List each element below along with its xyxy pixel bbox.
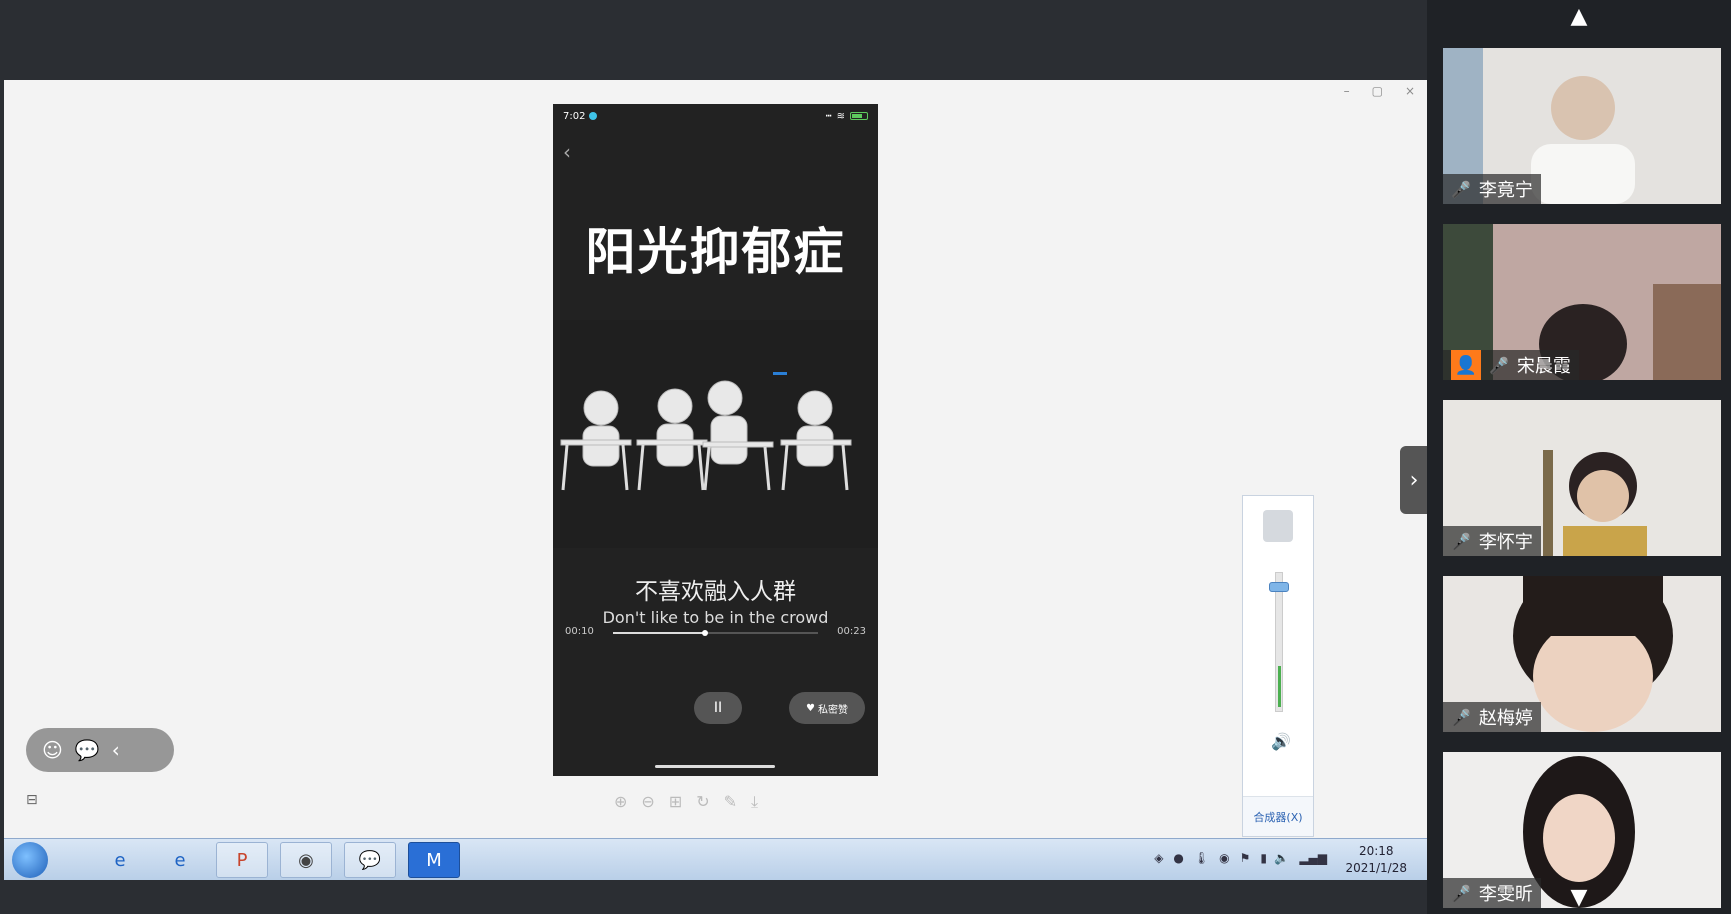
meeting-window: – ▢ × 7:02 ┅ ≋ ‹ 阳光抑郁症 不喜欢融入人群 Don't lik… — [0, 0, 1731, 914]
participant-name: 李怀宇 — [1478, 532, 1533, 553]
collapse-icon[interactable]: ‹ — [112, 738, 120, 762]
tray-app-icon[interactable]: ● — [1173, 851, 1183, 865]
heart-icon: ♥ — [806, 702, 815, 714]
volume-tray-icon[interactable]: 🔈 — [1274, 851, 1289, 865]
participant-label: 🎤 李竟宁 — [1443, 174, 1541, 204]
mixer-link[interactable]: 合成器(X) — [1243, 796, 1313, 836]
video-illustration — [553, 320, 878, 548]
volume-slider-thumb[interactable] — [1269, 582, 1289, 592]
participant-name: 李竟宁 — [1478, 180, 1533, 201]
rotate-icon[interactable]: ↻ — [696, 792, 709, 812]
tray-chat-icon[interactable]: ◉ — [1219, 851, 1229, 865]
download-icon[interactable]: ⤓ — [751, 792, 758, 812]
mic-muted-icon: 🎤 — [1451, 707, 1471, 727]
fit-icon[interactable]: ⊞ — [669, 792, 682, 812]
clock-time: 20:18 — [1358, 844, 1394, 858]
private-like-button[interactable]: ♥ 私密赞 — [789, 692, 865, 724]
browser-icon[interactable]: e — [154, 842, 206, 878]
pause-button[interactable]: II — [694, 692, 742, 724]
bottom-band — [0, 880, 1427, 914]
participant-label: 🎤 赵梅婷 — [1443, 702, 1541, 732]
participant-name: 宋晨霞 — [1516, 356, 1571, 377]
volume-mixer-popup: 🔊 合成器(X) — [1242, 495, 1314, 837]
volume-level — [1278, 665, 1281, 707]
clock-date: 2021/1/28 — [1345, 861, 1407, 875]
window-controls: – ▢ × — [1344, 84, 1415, 98]
time-total: 00:23 — [837, 626, 866, 637]
system-tray: ◈ ● 🌡 ◉ ⚑ ▮ — [1154, 851, 1267, 865]
phone-status-bar: 7:02 ┅ ≋ — [553, 104, 878, 128]
taskbar-clock[interactable]: 20:18 2021/1/28 — [1345, 843, 1407, 877]
mic-icon: 🎤 — [1489, 355, 1509, 375]
emoji-icon[interactable]: ☺ — [42, 738, 63, 762]
phone-screen: 7:02 ┅ ≋ ‹ 阳光抑郁症 不喜欢融入人群 Don't like to b… — [553, 104, 878, 776]
powerpoint-icon[interactable]: P — [216, 842, 268, 878]
wifi-icon: ≋ — [836, 110, 845, 122]
participant-label: 🎤 李怀宇 — [1443, 526, 1541, 556]
battery-icon — [850, 112, 868, 120]
participant-tile[interactable]: 🎤 李怀宇 — [1443, 400, 1721, 556]
minimize-button[interactable]: – — [1344, 84, 1350, 98]
chat-icon[interactable]: 💬 — [75, 738, 100, 762]
status-time: 7:02 — [563, 110, 586, 122]
network-tray-icon[interactable]: ▂▄▆ — [1299, 851, 1327, 865]
time-current: 00:10 — [565, 626, 594, 637]
shared-screen: – ▢ × 7:02 ┅ ≋ ‹ 阳光抑郁症 不喜欢融入人群 Don't lik… — [4, 80, 1428, 880]
edit-icon[interactable]: ✎ — [724, 792, 737, 812]
progress-knob[interactable] — [702, 630, 709, 636]
chevron-right-icon: › — [1409, 467, 1419, 493]
tray-flag-icon[interactable]: ⚑ — [1240, 851, 1251, 865]
tray-shield-icon[interactable]: ◈ — [1154, 851, 1163, 865]
user-avatar-icon: 👤 — [1451, 350, 1481, 380]
participant-label: 👤 🎤 宋晨霞 — [1443, 350, 1579, 380]
scroll-up-icon[interactable]: ▲ — [1427, 4, 1731, 29]
participant-name: 赵梅婷 — [1478, 708, 1533, 729]
wechat-icon[interactable]: 💬 — [344, 842, 396, 878]
participant-tile[interactable]: 👤 🎤 宋晨霞 — [1443, 224, 1721, 380]
windows-taskbar: e e P ◉ 💬 M ◈ ● 🌡 ◉ ⚑ ▮ 🔈 ▂▄▆ 20:18 2021… — [4, 838, 1427, 880]
pause-icon: II — [713, 700, 723, 716]
tray-thermo-icon[interactable]: 🌡 — [1194, 851, 1209, 865]
speaker-icon[interactable]: 🔊 — [1271, 732, 1291, 751]
close-button[interactable]: × — [1405, 84, 1415, 98]
back-arrow-icon[interactable]: ‹ — [563, 140, 571, 164]
participant-tile[interactable]: 🎤 李竟宁 — [1443, 48, 1721, 204]
mic-muted-icon: 🎤 — [1451, 179, 1471, 199]
video-progress-bar[interactable] — [613, 630, 818, 636]
top-band — [0, 0, 1427, 80]
home-indicator — [655, 765, 775, 768]
zoom-out-icon[interactable]: ⊖ — [641, 792, 654, 812]
floating-controls: ☺ 💬 ‹ — [26, 728, 174, 772]
participant-tile[interactable]: 🎤 赵梅婷 — [1443, 576, 1721, 732]
like-label: 私密赞 — [817, 704, 848, 716]
device-icon — [1263, 510, 1293, 542]
progress-fill — [613, 632, 706, 634]
zoom-in-icon[interactable]: ⊕ — [614, 792, 627, 812]
subtitle-english: Don't like to be in the crowd — [602, 608, 829, 627]
app-icon[interactable]: ◉ — [280, 842, 332, 878]
tray-usb-icon[interactable]: ▮ — [1260, 851, 1267, 865]
notification-dot-icon — [589, 112, 598, 120]
screen-icon[interactable]: ⊟ — [26, 792, 38, 808]
subtitle-chinese: 不喜欢融入人群 — [635, 579, 796, 605]
signal-icon: ┅ — [825, 110, 832, 122]
image-viewer-toolbar: ⊕ ⊖ ⊞ ↻ ✎ ⤓ — [614, 792, 758, 812]
expand-panel-button[interactable]: › — [1400, 446, 1428, 514]
mic-muted-icon: 🎤 — [1451, 531, 1471, 551]
start-button[interactable] — [12, 842, 48, 878]
meeting-app-icon[interactable]: M — [408, 842, 460, 878]
scroll-down-icon[interactable]: ▼ — [1427, 885, 1731, 910]
system-tray-volume: 🔈 ▂▄▆ — [1274, 851, 1327, 865]
restore-button[interactable]: ▢ — [1372, 84, 1383, 98]
ie-icon[interactable]: e — [94, 842, 146, 878]
participant-panel: ▲ 🎤 李竟宁 👤 🎤 宋晨霞 🎤 李怀宇 🎤 赵梅婷 🎤 李雯昕 ▼ — [1427, 0, 1731, 914]
volume-slider-track[interactable] — [1275, 572, 1283, 712]
video-title: 阳光抑郁症 — [585, 223, 846, 281]
